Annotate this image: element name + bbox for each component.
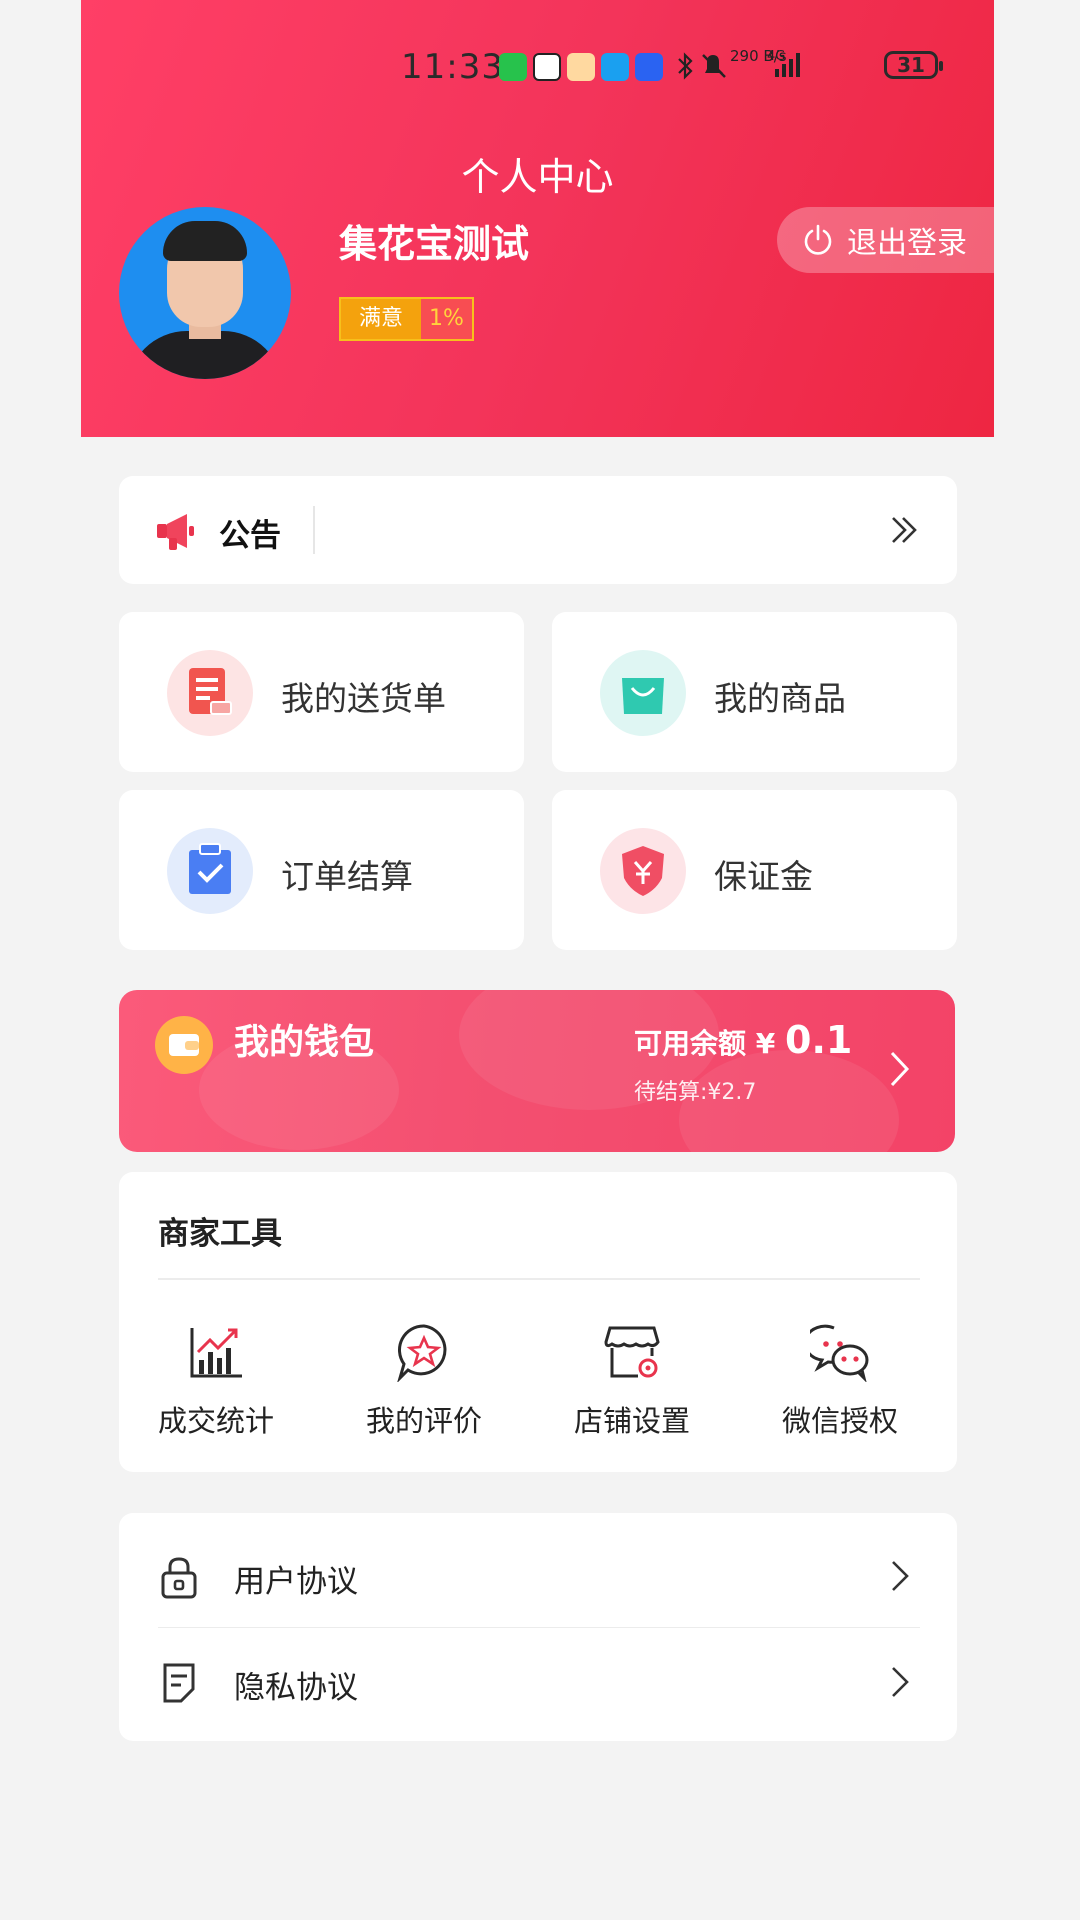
wechat-icon [499,53,527,81]
wallet-title: 我的钱包 [234,1023,375,1063]
tool-label: 店铺设置 [573,1404,690,1438]
tile-label: 我的商品 [714,679,846,718]
tile-order-settlement[interactable]: 订单结算 [119,790,524,950]
shopping-bag-icon [600,650,686,736]
row-label: 隐私协议 [234,1670,358,1706]
megaphone-icon [157,514,194,550]
row-user-agreement[interactable]: 用户协议 [119,1523,957,1627]
wallet-card[interactable]: 我的钱包 可用余额 ¥ 0.1 待结算:¥2.7 [119,990,955,1152]
logout-button[interactable]: 退出登录 [777,207,994,273]
delivery-note-icon [167,650,253,736]
chevron-right-icon [892,1667,909,1697]
tool-sales-stats[interactable]: 成交统计 [126,1322,306,1440]
tool-my-reviews[interactable]: 我的评价 [334,1322,514,1440]
tile-label: 保证金 [714,857,813,896]
tool-store-settings[interactable]: 店铺设置 [542,1322,722,1440]
qq-icon [533,53,561,81]
tool-label: 微信授权 [781,1404,898,1438]
agreements-card: 用户协议 隐私协议 [119,1513,957,1741]
double-chevron-right-icon[interactable] [889,514,921,546]
page-title: 个人中心 [461,155,614,199]
logout-label: 退出登录 [847,226,967,261]
document-icon [163,1663,195,1703]
tile-label: 我的送货单 [281,679,446,718]
shield-yen-icon [600,828,686,914]
tile-deposit[interactable]: 保证金 [552,790,957,950]
bluetooth-mute-icons [678,52,726,80]
username: 集花宝测试 [339,222,530,266]
power-icon [804,224,832,255]
row-privacy-agreement[interactable]: 隐私协议 [119,1629,957,1733]
satisfaction-label: 满意 [341,299,422,339]
star-chat-icon [396,1324,447,1384]
notice-title: 公告 [219,518,281,554]
lightbulb-app-icon [635,53,663,81]
tool-label: 我的评价 [365,1404,482,1438]
tile-delivery-notes[interactable]: 我的送货单 [119,612,524,772]
status-bar: 11:33 290 B/s 4G 31 [81,45,994,87]
notice-bar[interactable]: 公告 [119,476,957,584]
wallet-icon [155,1016,213,1074]
tile-label: 订单结算 [281,857,413,896]
satisfaction-value: 1% [421,299,472,339]
row-divider [158,1627,920,1628]
search-app-icon [601,53,629,81]
currency-symbol: ¥ [755,1027,776,1060]
clipboard-check-icon [167,828,253,914]
lock-icon [161,1557,197,1599]
notice-divider [313,506,315,554]
merchant-tools-divider [158,1278,920,1280]
store-settings-icon [604,1326,660,1378]
wechat-outline-icon [803,1324,869,1383]
chart-trend-icon [190,1328,242,1378]
satisfaction-badge: 满意 1% [339,297,474,341]
battery-indicator: 31 [884,51,943,79]
chevron-right-icon [890,1051,910,1087]
weather-icon [567,53,595,81]
avatar[interactable] [119,207,291,379]
pending-settlement: 待结算:¥2.7 [634,1080,757,1105]
chevron-right-icon [892,1561,909,1591]
merchant-tools-title: 商家工具 [158,1216,282,1252]
balance-label: 可用余额 [634,1027,747,1060]
status-time: 11:33 [401,47,504,87]
profile-header: 11:33 290 B/s 4G 31 个人中心 集花宝测试 满意 1% 退出登 [81,0,994,437]
tile-my-products[interactable]: 我的商品 [552,612,957,772]
wallet-balance: 可用余额 ¥ 0.1 [634,1018,852,1062]
tool-wechat-auth[interactable]: 微信授权 [750,1322,930,1440]
tool-label: 成交统计 [157,1404,274,1438]
merchant-tools-card: 商家工具 成交统计 我的评价 店铺设置 微信授权 [119,1172,957,1472]
balance-value: 0.1 [785,1018,853,1062]
signal-icon [775,53,800,77]
row-label: 用户协议 [234,1564,358,1600]
